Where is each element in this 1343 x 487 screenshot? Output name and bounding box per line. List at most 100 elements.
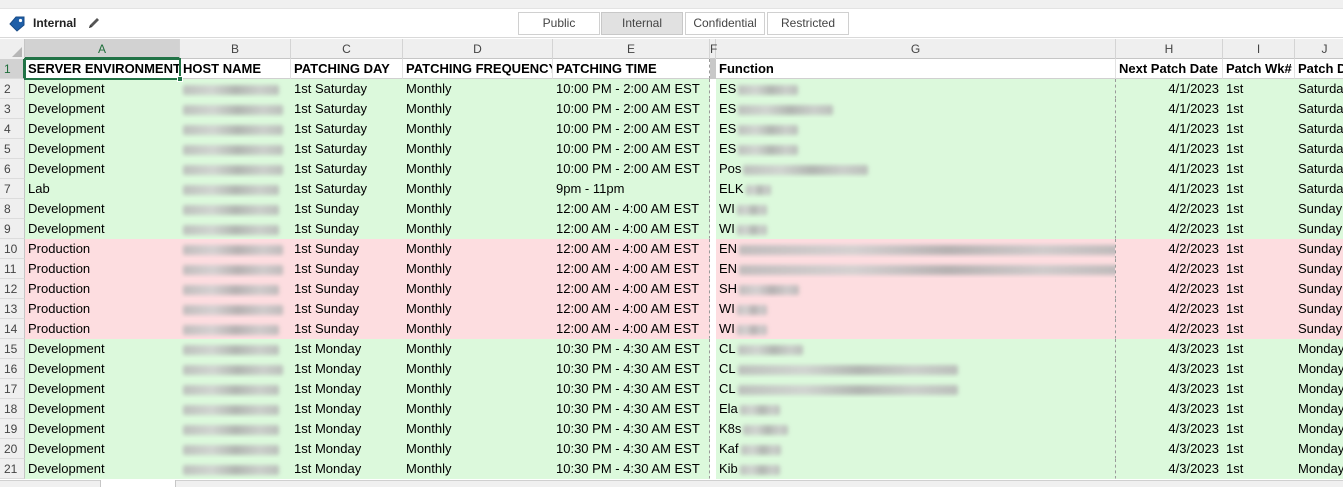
cell-server-environment[interactable]: Development	[25, 419, 180, 439]
cell-server-environment[interactable]: Development	[25, 439, 180, 459]
cell-patching-frequency[interactable]: Monthly	[403, 139, 553, 159]
cell-patching-day[interactable]: 1st Monday	[291, 459, 403, 479]
header-cell-i[interactable]: Patch Wk#	[1223, 59, 1295, 79]
row-header-7[interactable]: 7	[0, 179, 25, 199]
cell-server-environment[interactable]: Lab	[25, 179, 180, 199]
cell-patching-day[interactable]: 1st Monday	[291, 359, 403, 379]
row-header-14[interactable]: 14	[0, 319, 25, 339]
cell-patch-day[interactable]: Sunday	[1295, 199, 1343, 219]
cell-patching-time[interactable]: 10:00 PM - 2:00 AM EST	[553, 119, 710, 139]
cell-patching-day[interactable]: 1st Sunday	[291, 259, 403, 279]
cell-next-patch-date[interactable]: 4/1/2023	[1116, 79, 1223, 99]
cell-patch-day[interactable]: Monday	[1295, 359, 1343, 379]
cell-host-name[interactable]	[180, 219, 291, 239]
cell-patch-week[interactable]: 1st	[1223, 379, 1295, 399]
fill-handle[interactable]	[177, 76, 183, 82]
cell-patching-frequency[interactable]: Monthly	[403, 419, 553, 439]
cell-next-patch-date[interactable]: 4/2/2023	[1116, 219, 1223, 239]
cell-server-environment[interactable]: Production	[25, 299, 180, 319]
cell-patching-day[interactable]: 1st Sunday	[291, 199, 403, 219]
cell-server-environment[interactable]: Development	[25, 199, 180, 219]
header-cell-e[interactable]: PATCHING TIME	[553, 59, 710, 79]
row-header-13[interactable]: 13	[0, 299, 25, 319]
cell-patch-day[interactable]: Saturda	[1295, 139, 1343, 159]
cell-next-patch-date[interactable]: 4/2/2023	[1116, 299, 1223, 319]
cell-host-name[interactable]	[180, 439, 291, 459]
cell-patch-day[interactable]: Monday	[1295, 339, 1343, 359]
cell-patch-week[interactable]: 1st	[1223, 179, 1295, 199]
row-header-3[interactable]: 3	[0, 99, 25, 119]
cell-host-name[interactable]	[180, 319, 291, 339]
row-header-2[interactable]: 2	[0, 79, 25, 99]
cell-next-patch-date[interactable]: 4/2/2023	[1116, 259, 1223, 279]
cell-function[interactable]: CL	[716, 379, 1116, 399]
cell-next-patch-date[interactable]: 4/1/2023	[1116, 139, 1223, 159]
cell-patching-day[interactable]: 1st Sunday	[291, 219, 403, 239]
column-header-j[interactable]: J	[1295, 39, 1343, 59]
cell-patching-time[interactable]: 12:00 AM - 4:00 AM EST	[553, 219, 710, 239]
cell-patching-frequency[interactable]: Monthly	[403, 239, 553, 259]
cell-patching-frequency[interactable]: Monthly	[403, 379, 553, 399]
cell-next-patch-date[interactable]: 4/3/2023	[1116, 419, 1223, 439]
cell-function[interactable]: WI	[716, 199, 1116, 219]
cell-function[interactable]: SH	[716, 279, 1116, 299]
cell-host-name[interactable]	[180, 199, 291, 219]
cell-patch-day[interactable]: Sunday	[1295, 299, 1343, 319]
cell-host-name[interactable]	[180, 279, 291, 299]
cell-server-environment[interactable]: Development	[25, 119, 180, 139]
cell-patching-frequency[interactable]: Monthly	[403, 299, 553, 319]
cell-function[interactable]: Kaf	[716, 439, 1116, 459]
cell-host-name[interactable]	[180, 459, 291, 479]
cell-patching-time[interactable]: 9pm - 11pm	[553, 179, 710, 199]
header-cell-j[interactable]: Patch D	[1295, 59, 1343, 79]
column-header-g[interactable]: G	[716, 39, 1116, 59]
column-header-c[interactable]: C	[291, 39, 403, 59]
row-header-16[interactable]: 16	[0, 359, 25, 379]
row-header-19[interactable]: 19	[0, 419, 25, 439]
cell-server-environment[interactable]: Production	[25, 259, 180, 279]
cell-patching-day[interactable]: 1st Sunday	[291, 239, 403, 259]
cell-next-patch-date[interactable]: 4/1/2023	[1116, 99, 1223, 119]
cell-patching-time[interactable]: 10:30 PM - 4:30 AM EST	[553, 399, 710, 419]
cell-host-name[interactable]	[180, 119, 291, 139]
cell-patching-day[interactable]: 1st Monday	[291, 419, 403, 439]
cell-patching-time[interactable]: 10:30 PM - 4:30 AM EST	[553, 359, 710, 379]
cell-patching-frequency[interactable]: Monthly	[403, 119, 553, 139]
cell-patch-week[interactable]: 1st	[1223, 219, 1295, 239]
cell-patch-week[interactable]: 1st	[1223, 99, 1295, 119]
cell-patch-day[interactable]: Monday	[1295, 379, 1343, 399]
cell-patch-week[interactable]: 1st	[1223, 239, 1295, 259]
header-cell-g[interactable]: Function	[716, 59, 1116, 79]
cell-host-name[interactable]	[180, 419, 291, 439]
row-header-21[interactable]: 21	[0, 459, 25, 479]
cell-next-patch-date[interactable]: 4/3/2023	[1116, 359, 1223, 379]
cell-patch-week[interactable]: 1st	[1223, 359, 1295, 379]
cell-server-environment[interactable]: Development	[25, 459, 180, 479]
cell-patching-frequency[interactable]: Monthly	[403, 159, 553, 179]
cell-patching-day[interactable]: 1st Saturday	[291, 159, 403, 179]
cell-patching-time[interactable]: 12:00 AM - 4:00 AM EST	[553, 299, 710, 319]
cell-host-name[interactable]	[180, 179, 291, 199]
cell-patch-week[interactable]: 1st	[1223, 259, 1295, 279]
cell-patching-frequency[interactable]: Monthly	[403, 439, 553, 459]
cell-patching-frequency[interactable]: Monthly	[403, 219, 553, 239]
cell-next-patch-date[interactable]: 4/1/2023	[1116, 119, 1223, 139]
cell-patching-frequency[interactable]: Monthly	[403, 339, 553, 359]
cell-patching-frequency[interactable]: Monthly	[403, 279, 553, 299]
column-header-d[interactable]: D	[403, 39, 553, 59]
column-header-e[interactable]: E	[553, 39, 710, 59]
cell-patch-week[interactable]: 1st	[1223, 139, 1295, 159]
cell-next-patch-date[interactable]: 4/2/2023	[1116, 319, 1223, 339]
cell-server-environment[interactable]: Development	[25, 359, 180, 379]
cell-function[interactable]: ES	[716, 99, 1116, 119]
cell-function[interactable]: EN	[716, 259, 1116, 279]
sensitivity-option-confidential[interactable]: Confidential	[685, 12, 765, 35]
cell-function[interactable]: Ela	[716, 399, 1116, 419]
cell-function[interactable]: WI	[716, 219, 1116, 239]
cell-patching-time[interactable]: 10:30 PM - 4:30 AM EST	[553, 379, 710, 399]
cell-function[interactable]: WI	[716, 299, 1116, 319]
cell-server-environment[interactable]: Development	[25, 99, 180, 119]
cell-patch-week[interactable]: 1st	[1223, 159, 1295, 179]
cell-patch-day[interactable]: Monday	[1295, 419, 1343, 439]
row-header-4[interactable]: 4	[0, 119, 25, 139]
